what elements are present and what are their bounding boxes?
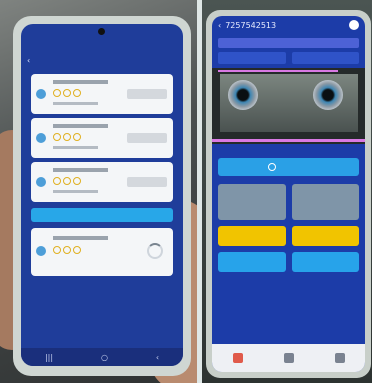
recent-apps-icon[interactable]: ||| xyxy=(45,353,53,362)
rating-dots xyxy=(53,133,81,141)
home-icon[interactable]: ○ xyxy=(101,353,108,362)
lens-icon xyxy=(313,80,343,110)
device-icon xyxy=(36,89,46,99)
top-bar: ‹ 7257542513 xyxy=(212,16,365,34)
control-button[interactable] xyxy=(218,184,286,220)
control-button[interactable] xyxy=(291,184,359,220)
bottom-tab-bar xyxy=(212,344,365,372)
page-title xyxy=(21,40,183,52)
right-phone-screen: ‹ 7257542513 xyxy=(212,16,365,372)
notice-strip xyxy=(218,38,359,48)
list-item[interactable] xyxy=(31,74,173,114)
camera-preview xyxy=(212,68,365,144)
yellow-button[interactable] xyxy=(218,226,286,246)
left-phone-screen: ‹ ||| ○ ‹ xyxy=(21,24,183,366)
rating-dots xyxy=(53,89,81,97)
tab-home-icon[interactable] xyxy=(232,353,243,363)
list-item[interactable] xyxy=(31,162,173,202)
item-title xyxy=(53,236,108,240)
item-button[interactable] xyxy=(127,89,167,99)
item-subtitle xyxy=(53,146,98,149)
yellow-button[interactable] xyxy=(291,226,359,246)
control-grid xyxy=(218,184,359,272)
record-icon xyxy=(268,163,276,171)
loading-icon xyxy=(147,243,163,259)
blue-button[interactable] xyxy=(291,252,359,272)
record-button[interactable] xyxy=(218,158,359,176)
back-nav-icon[interactable]: ‹ xyxy=(156,353,159,362)
tab-left[interactable] xyxy=(218,52,286,64)
item-title xyxy=(53,124,108,128)
plus-icon[interactable] xyxy=(349,20,359,30)
overlay-line xyxy=(212,139,365,142)
tab-device-icon[interactable] xyxy=(283,353,294,363)
back-icon[interactable]: ‹ xyxy=(218,21,221,30)
camera-hole xyxy=(98,28,105,35)
tab-right[interactable] xyxy=(291,52,359,64)
tab-profile-icon[interactable] xyxy=(334,353,345,363)
list-item[interactable] xyxy=(31,228,173,276)
back-icon[interactable]: ‹ xyxy=(27,56,30,65)
device-icon xyxy=(36,177,46,187)
rating-dots xyxy=(53,177,81,185)
overlay-line xyxy=(218,70,338,72)
rating-dots xyxy=(53,246,81,254)
blue-button[interactable] xyxy=(218,252,286,272)
right-phone-photo: ‹ 7257542513 xyxy=(202,0,372,383)
item-subtitle xyxy=(53,190,98,193)
add-button[interactable] xyxy=(31,208,173,222)
item-title xyxy=(53,80,108,84)
timer-text xyxy=(27,60,177,70)
item-button[interactable] xyxy=(127,133,167,143)
item-subtitle xyxy=(53,102,98,105)
item-button[interactable] xyxy=(127,177,167,187)
list-item[interactable] xyxy=(31,118,173,158)
system-nav-bar: ||| ○ ‹ xyxy=(21,348,183,366)
item-title xyxy=(53,168,108,172)
device-icon xyxy=(36,133,46,143)
mode-tabs xyxy=(218,52,359,64)
device-id: 7257542513 xyxy=(225,20,277,30)
left-phone-photo: ‹ ||| ○ ‹ xyxy=(0,0,197,383)
lens-icon xyxy=(228,80,258,110)
device-icon xyxy=(36,246,46,256)
